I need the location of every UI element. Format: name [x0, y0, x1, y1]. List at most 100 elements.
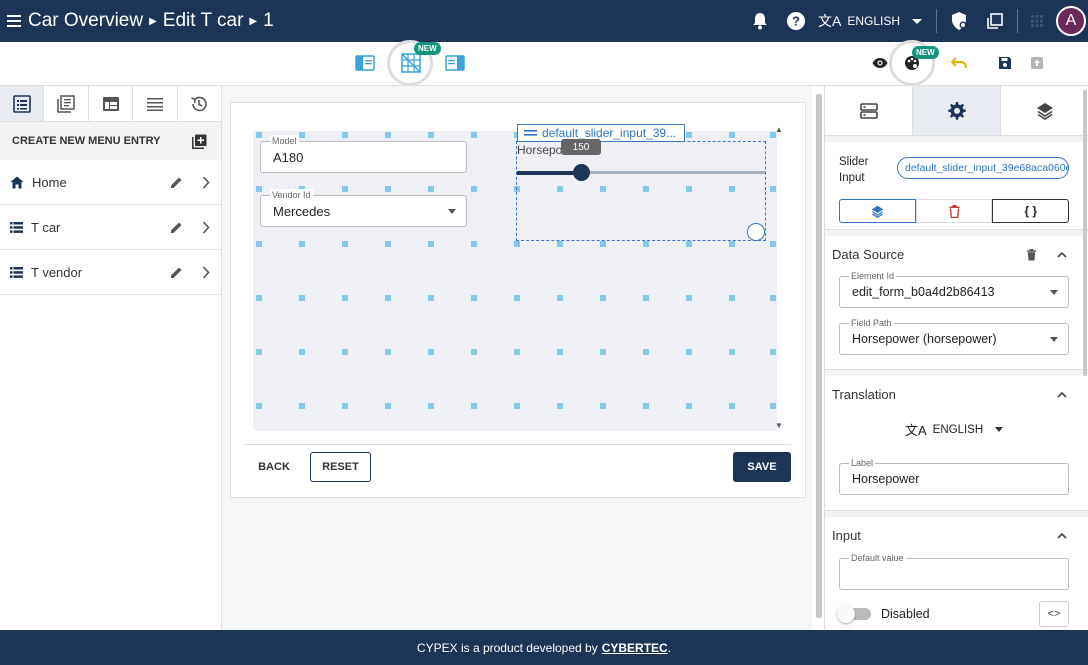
breadcrumb-item-car-overview[interactable]: Car Overview [28, 10, 143, 32]
toggle-left-panel-icon[interactable] [354, 52, 376, 74]
code-icon[interactable]: <> [1039, 601, 1069, 627]
grid-dot [729, 295, 735, 301]
canvas-scrollbar[interactable] [816, 94, 822, 618]
disabled-toggle[interactable] [837, 605, 871, 623]
language-selector[interactable]: 文A ENGLISH [814, 11, 932, 31]
notifications-bell-icon[interactable] [742, 0, 778, 42]
element-info-section: Slider Input default_slider_input_39e68a… [825, 142, 1088, 230]
grid-dot [471, 132, 477, 138]
model-field-value: A180 [273, 149, 304, 165]
chevron-down-icon [1050, 290, 1058, 295]
tab-list[interactable] [133, 86, 178, 121]
save-button[interactable]: SAVE [733, 452, 791, 482]
panel-scrollbar[interactable] [1083, 90, 1087, 376]
publish-icon[interactable] [1026, 52, 1048, 74]
chevron-up-icon[interactable] [1057, 391, 1067, 398]
switch-view-icon[interactable] [977, 0, 1013, 42]
translation-label-input[interactable]: Label Horsepower [839, 457, 1069, 495]
selected-element-id: default_slider_input_39... [542, 126, 677, 140]
edit-pencil-icon[interactable] [161, 176, 191, 189]
reset-button[interactable]: RESET [310, 452, 371, 482]
grid-dot [729, 241, 735, 247]
sidebar-tabs [0, 86, 221, 122]
user-avatar[interactable]: A [1056, 6, 1086, 36]
layers-icon [871, 205, 884, 218]
slider-value: 150 [572, 141, 590, 153]
model-field[interactable]: Model A180 [260, 135, 467, 173]
selected-element-tag[interactable]: default_slider_input_39... [517, 124, 685, 142]
translation-header[interactable]: Translation [825, 376, 1088, 412]
chevron-right-icon[interactable] [191, 265, 221, 279]
footer: CYPEX is a product developed by CYBERTEC… [0, 630, 1088, 665]
sidebar-item-home[interactable]: Home [0, 160, 221, 205]
toggle-knob [837, 605, 855, 623]
preview-eye-icon[interactable] [869, 52, 891, 74]
element-id-chip[interactable]: default_slider_input_39e68aca060e [897, 157, 1069, 179]
sidebar-item-t-car[interactable]: T car [0, 205, 221, 250]
library-icon [57, 94, 75, 113]
translation-language-selector[interactable]: 文A ENGLISH [905, 420, 1004, 439]
sidebar-item-label: T car [31, 219, 61, 235]
breadcrumb-item-edit-t-car[interactable]: Edit T car [163, 10, 244, 32]
chevron-up-icon[interactable] [1057, 251, 1067, 258]
back-button[interactable]: BACK [251, 452, 297, 482]
grid-layout-icon[interactable] [399, 52, 423, 74]
scroll-down-icon[interactable]: ▼ [775, 421, 783, 430]
admin-shield-icon[interactable] [941, 0, 977, 42]
grid-dot [471, 241, 477, 247]
element-id-label: Element Id [849, 270, 897, 282]
grid-dot [256, 132, 262, 138]
drag-handle-icon[interactable] [524, 129, 537, 137]
chevron-down-icon [995, 427, 1004, 432]
resize-handle-icon[interactable] [747, 223, 765, 241]
add-entry-icon[interactable] [192, 134, 207, 149]
tab-history[interactable] [178, 86, 221, 121]
tab-layers[interactable] [1001, 86, 1088, 135]
field-path-select[interactable]: Field Path Horsepower (horsepower) [839, 317, 1069, 355]
data-source-header[interactable]: Data Source [825, 236, 1088, 272]
code-braces-icon[interactable]: { } [992, 199, 1070, 223]
edit-pencil-icon[interactable] [161, 266, 191, 279]
left-sidebar: CREATE NEW MENU ENTRY Home T car T vendo… [0, 86, 222, 630]
default-value-input[interactable]: Default value [839, 552, 1069, 590]
tab-library[interactable] [44, 86, 89, 121]
grid-dot [514, 241, 520, 247]
grid-dot [342, 295, 348, 301]
tab-layout[interactable] [89, 86, 134, 121]
tab-settings[interactable] [913, 86, 1001, 135]
chevron-right-icon[interactable] [191, 175, 221, 189]
scroll-up-icon[interactable]: ▲ [775, 125, 783, 134]
delete-element-button[interactable] [915, 199, 993, 223]
toggle-right-panel-icon[interactable] [444, 52, 466, 74]
vendor-select[interactable]: Vendor Id Mercedes [260, 189, 467, 227]
breadcrumb-separator-icon: ▶ [249, 15, 258, 27]
edit-pencil-icon[interactable] [161, 221, 191, 234]
tab-elements[interactable] [825, 86, 913, 135]
language-label: ENGLISH [847, 14, 900, 28]
element-id-select[interactable]: Element Id edit_form_b0a4d2b86413 [839, 270, 1069, 308]
save-button-label: SAVE [747, 461, 777, 473]
grid-dot [299, 403, 305, 409]
grid-dot [514, 295, 520, 301]
horsepower-slider[interactable] [517, 164, 765, 181]
undo-icon[interactable] [948, 52, 970, 74]
grid-dot [557, 403, 563, 409]
save-icon[interactable] [994, 52, 1016, 74]
apps-grid-icon[interactable] [1022, 0, 1052, 42]
grid-dot [686, 295, 692, 301]
chevron-up-icon[interactable] [1057, 532, 1067, 539]
layout-grid[interactable]: Model A180 Vendor Id Mercedes default_sl… [253, 124, 777, 431]
chevron-right-icon[interactable] [191, 220, 221, 234]
input-header[interactable]: Input [825, 517, 1088, 553]
grid-dot [686, 349, 692, 355]
delete-data-source-icon[interactable] [1026, 249, 1037, 261]
menu-icon[interactable] [0, 0, 28, 42]
help-icon[interactable]: ? [778, 0, 814, 42]
cybertec-link[interactable]: CYBERTEC [602, 641, 668, 655]
sidebar-item-label: T vendor [31, 264, 83, 280]
default-value-label: Default value [849, 552, 906, 564]
field-path-label: Field Path [849, 317, 894, 329]
layers-action-button[interactable] [839, 199, 916, 223]
tab-pages[interactable] [0, 86, 45, 121]
sidebar-item-t-vendor[interactable]: T vendor [0, 250, 221, 295]
